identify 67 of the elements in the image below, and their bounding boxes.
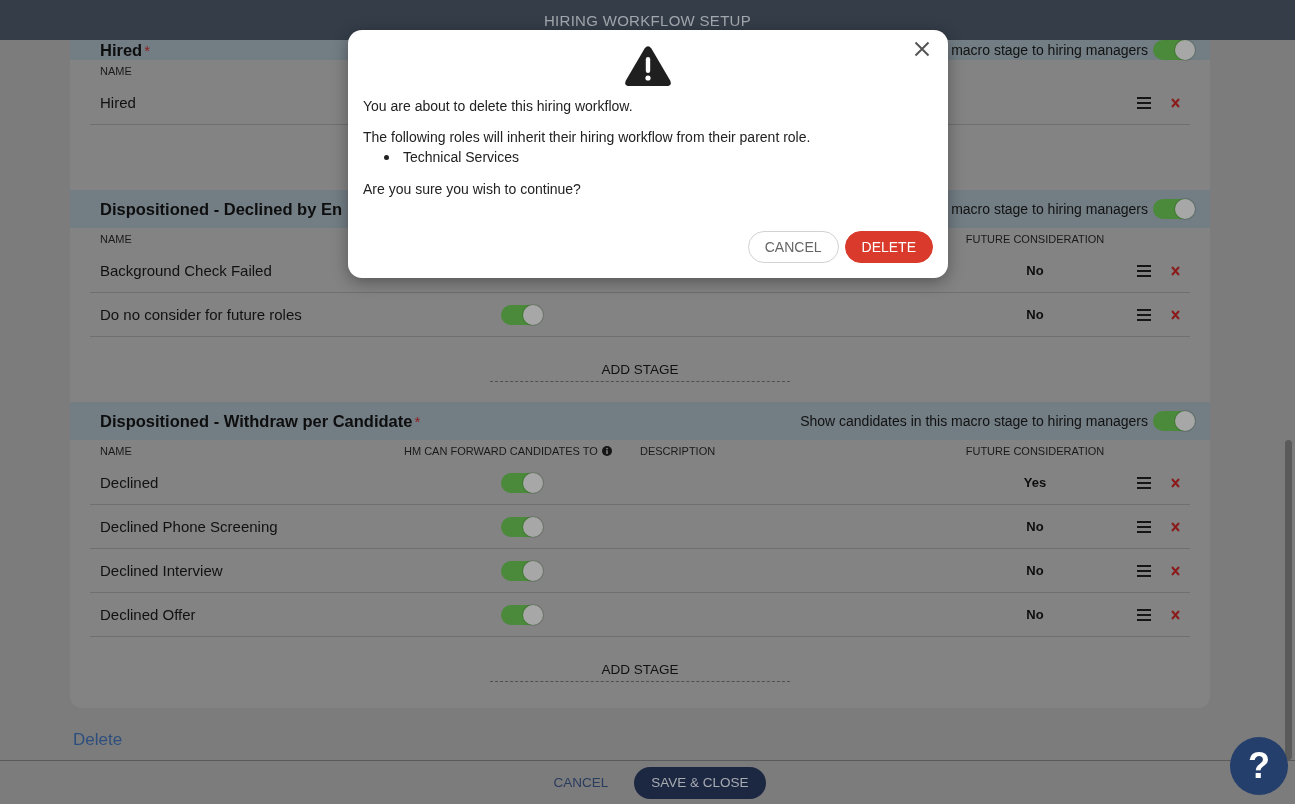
delete-icon[interactable] <box>1171 265 1180 276</box>
delete-icon[interactable] <box>1171 477 1180 488</box>
stage-name: Declined Phone Screening <box>100 518 278 535</box>
future-consideration-value: No <box>1026 307 1044 322</box>
column-header: NAME <box>100 232 132 245</box>
delete-icon[interactable] <box>1171 97 1180 108</box>
menu-icon[interactable] <box>1137 96 1151 109</box>
required-asterisk: * <box>414 411 421 431</box>
help-button[interactable]: ? <box>1230 737 1288 795</box>
delete-icon[interactable] <box>1171 521 1180 532</box>
cancel-button[interactable]: CANCEL <box>547 771 615 794</box>
close-icon[interactable] <box>914 41 930 57</box>
menu-icon[interactable] <box>1137 476 1151 489</box>
toggle-switch[interactable] <box>501 560 543 581</box>
stage-name: Declined Interview <box>100 562 223 579</box>
stage-name: Background Check Failed <box>100 262 272 279</box>
section-title: Dispositioned - Declined by En <box>100 199 343 219</box>
bullet-icon <box>384 154 389 160</box>
role-name: Technical Services <box>403 148 519 167</box>
future-consideration-value: No <box>1026 563 1044 578</box>
column-header: HM CAN FORWARD CANDIDATES TO <box>404 444 598 457</box>
stage-name: Declined <box>100 474 159 491</box>
warning-icon <box>625 46 671 86</box>
delete-icon[interactable] <box>1171 609 1180 620</box>
delete-icon[interactable] <box>1171 309 1180 320</box>
column-header: NAME <box>100 64 132 77</box>
stage-name: Hired <box>100 94 136 111</box>
toggle-switch[interactable] <box>501 516 543 537</box>
future-consideration-value: No <box>1026 263 1044 278</box>
visibility-label: Show candidates in this macro stage to hiring managers <box>800 413 1148 429</box>
stage-name: Declined Offer <box>100 606 196 623</box>
toggle-switch[interactable] <box>501 604 543 625</box>
dialog-message: You are about to delete this hiring workflow. <box>363 97 634 116</box>
menu-icon[interactable] <box>1137 520 1151 533</box>
column-header: NAME <box>100 444 132 457</box>
save-button[interactable]: SAVE & CLOSE <box>634 766 766 799</box>
column-header: FUTURE CONSIDERATION <box>965 232 1105 245</box>
add-stage-button[interactable]: ADD STAGE <box>490 362 790 382</box>
info-icon[interactable] <box>601 445 612 456</box>
delete-icon[interactable] <box>1171 565 1180 576</box>
menu-icon[interactable] <box>1137 264 1151 277</box>
visibility-label: macro stage to hiring managers <box>951 201 1148 217</box>
menu-icon[interactable] <box>1137 308 1151 321</box>
toggle-switch[interactable] <box>501 472 543 493</box>
stage-name: Do no consider for future roles <box>100 306 302 323</box>
future-consideration-value: No <box>1026 519 1044 534</box>
section-title: Dispositioned - Withdraw per Candidate <box>100 411 413 431</box>
page-title: HIRING WORKFLOW SETUP <box>543 11 752 29</box>
toggle-switch[interactable] <box>501 304 543 325</box>
dialog-question: Are you sure you wish to continue? <box>363 180 582 199</box>
required-asterisk: * <box>144 40 151 60</box>
column-header: FUTURE CONSIDERATION <box>965 444 1105 457</box>
add-stage-button[interactable]: ADD STAGE <box>490 662 790 682</box>
delete-button[interactable]: DELETE <box>844 231 933 263</box>
menu-icon[interactable] <box>1137 608 1151 621</box>
menu-icon[interactable] <box>1137 564 1151 577</box>
dialog-message: The following roles will inherit their hiring workflow from their parent role. <box>363 128 812 147</box>
column-header: DESCRIPTION <box>640 444 716 457</box>
future-consideration-value: Yes <box>1023 475 1047 490</box>
toggle-switch[interactable] <box>1153 411 1195 431</box>
toggle-switch[interactable] <box>1153 40 1195 60</box>
future-consideration-value: No <box>1026 607 1044 622</box>
cancel-button[interactable]: CANCEL <box>747 231 839 263</box>
toggle-switch[interactable] <box>1153 199 1195 219</box>
scrollbar-thumb[interactable] <box>1285 440 1292 760</box>
section-title: Hired <box>100 40 143 60</box>
visibility-label: macro stage to hiring managers <box>951 42 1148 58</box>
